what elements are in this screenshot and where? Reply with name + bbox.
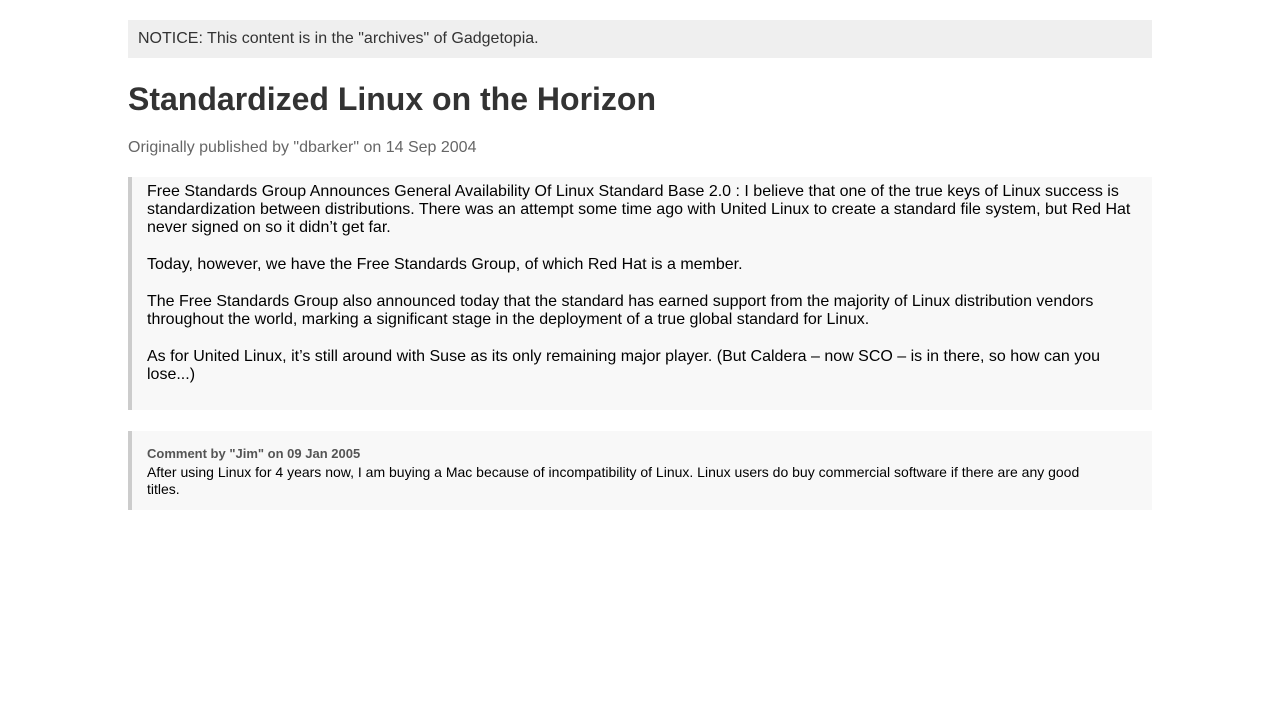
archive-notice-text: NOTICE: This content is in the "archives…	[138, 30, 539, 47]
comment-block: Comment by "Jim" on 09 Jan 2005 After us…	[128, 431, 1152, 510]
quote-paragraph: Today, however, we have the Free Standar…	[147, 256, 743, 273]
quote-paragraph: The Free Standards Group also announced …	[147, 293, 1094, 328]
quote-paragraph: As for United Linux, it’s still around w…	[147, 348, 1101, 383]
page-container: NOTICE: This content is in the "archives…	[128, 20, 1152, 510]
comment-body: After using Linux for 4 years now, I am …	[147, 464, 1080, 497]
archive-notice: NOTICE: This content is in the "archives…	[128, 20, 1152, 58]
comment-header: Comment by "Jim" on 09 Jan 2005	[147, 446, 361, 461]
article-byline: Originally published by "dbarker" on 14 …	[128, 139, 477, 156]
article-blockquote: Free Standards Group Announces General A…	[128, 177, 1152, 410]
quote-paragraph: Free Standards Group Announces General A…	[147, 183, 1131, 236]
article-title: Standardized Linux on the Horizon	[128, 81, 656, 117]
